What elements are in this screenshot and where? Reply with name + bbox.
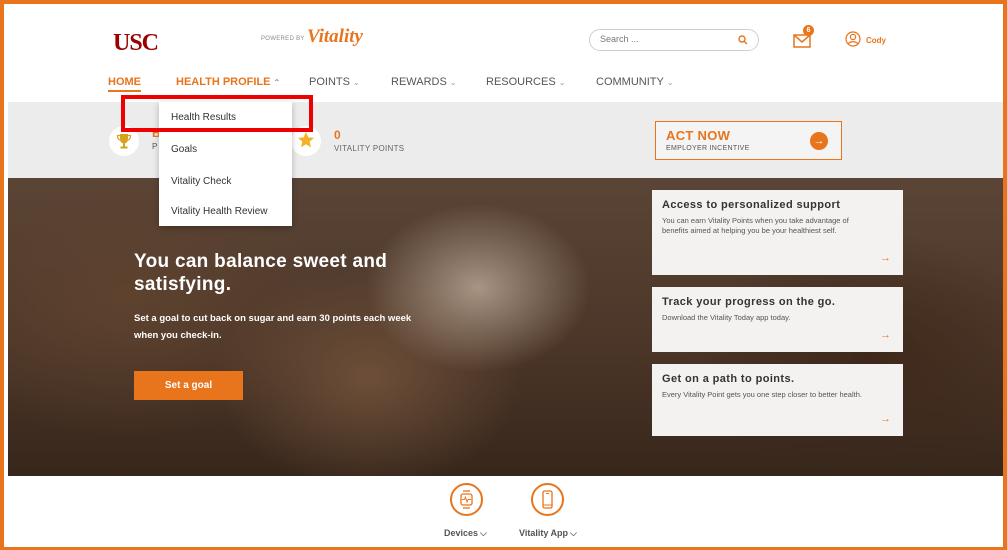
highlight-box — [121, 95, 313, 132]
nav-rewards-label: REWARDS — [391, 76, 447, 88]
vitality-points-label: VITALITY POINTS — [334, 144, 405, 153]
app-frame: USC POWERED BY Vitality 6 Cody HOME HEAL… — [0, 0, 1007, 550]
chevron-down-icon: ⌵ — [480, 528, 487, 538]
mobile-phone-icon — [542, 490, 553, 509]
card-personalized-support[interactable]: Access to personalized support You can e… — [652, 190, 903, 275]
set-goal-button[interactable]: Set a goal — [134, 371, 243, 400]
status-level-label: P — [152, 142, 158, 151]
card-track-progress[interactable]: Track your progress on the go. Download … — [652, 287, 903, 352]
devices-button[interactable] — [450, 483, 483, 516]
chevron-down-icon: ⌄ — [666, 78, 674, 87]
star-icon — [298, 132, 314, 148]
hero-banner: You can balance sweet and satisfying. Se… — [8, 178, 1007, 476]
hero-title: You can balance sweet and satisfying. — [134, 251, 388, 295]
arrow-right-icon[interactable]: → — [880, 413, 891, 425]
chevron-down-icon: ⌵ — [570, 528, 577, 538]
user-avatar-icon[interactable] — [845, 31, 861, 47]
card-text: You can earn Vitality Points when you ta… — [662, 216, 849, 235]
menu-item-vitality-health-review[interactable]: Vitality Health Review — [171, 206, 268, 217]
vitality-points-value: 0 — [334, 128, 341, 142]
nav-resources-label: RESOURCES — [486, 76, 556, 88]
nav-health-profile[interactable]: HEALTH PROFILE ⌃ — [176, 76, 280, 88]
card-text: Download the Vitality Today app today. — [662, 313, 791, 322]
vitality-logo: Vitality — [307, 26, 363, 47]
chevron-down-icon: ⌄ — [558, 78, 566, 87]
card-title: Track your progress on the go. — [662, 296, 836, 308]
vitality-app-button[interactable] — [531, 483, 564, 516]
chevron-down-icon: ⌄ — [352, 78, 360, 87]
menu-item-goals[interactable]: Goals — [171, 144, 197, 155]
devices-label-text: Devices — [444, 528, 479, 538]
nav-health-profile-label: HEALTH PROFILE — [176, 76, 271, 88]
notification-badge: 6 — [803, 25, 814, 36]
nav-home-label: HOME — [108, 76, 141, 88]
search-icon[interactable] — [738, 35, 748, 45]
nav-community[interactable]: COMMUNITY ⌄ — [596, 76, 674, 88]
act-now-subtitle: EMPLOYER INCENTIVE — [666, 145, 750, 152]
chevron-down-icon: ⌄ — [449, 78, 457, 87]
card-title: Access to personalized support — [662, 199, 841, 211]
frame-border-right — [1003, 0, 1007, 550]
powered-by-label: POWERED BY — [261, 36, 305, 42]
search-box[interactable] — [589, 29, 759, 51]
vitality-app-label-text: Vitality App — [519, 528, 569, 538]
vitality-app-label[interactable]: Vitality App ⌵ — [519, 528, 577, 539]
search-input[interactable] — [598, 33, 732, 45]
hero-description: Set a goal to cut back on sugar and earn… — [134, 313, 412, 341]
chevron-up-icon: ⌃ — [273, 78, 281, 87]
nav-points-label: POINTS — [309, 76, 350, 88]
nav-resources[interactable]: RESOURCES ⌄ — [486, 76, 565, 88]
nav-points[interactable]: POINTS ⌄ — [309, 76, 360, 88]
arrow-right-icon[interactable]: → — [880, 252, 891, 264]
act-now-title: ACT NOW — [666, 128, 731, 143]
act-now-employer-incentive[interactable]: ACT NOW EMPLOYER INCENTIVE → — [655, 121, 842, 160]
nav-home[interactable]: HOME — [108, 76, 141, 92]
usc-logo[interactable]: USC — [113, 30, 159, 57]
card-text: Every Vitality Point gets you one step c… — [662, 390, 862, 399]
smartwatch-icon — [460, 490, 473, 509]
card-title: Get on a path to points. — [662, 373, 795, 385]
nav-rewards[interactable]: REWARDS ⌄ — [391, 76, 457, 88]
arrow-right-icon[interactable]: → — [880, 329, 891, 341]
arrow-right-icon[interactable]: → — [810, 132, 828, 150]
trophy-icon — [116, 134, 132, 149]
card-path-to-points[interactable]: Get on a path to points. Every Vitality … — [652, 364, 903, 436]
user-name[interactable]: Cody — [866, 36, 886, 45]
devices-label[interactable]: Devices ⌵ — [444, 528, 487, 539]
menu-item-vitality-check[interactable]: Vitality Check — [171, 176, 231, 187]
nav-community-label: COMMUNITY — [596, 76, 664, 88]
